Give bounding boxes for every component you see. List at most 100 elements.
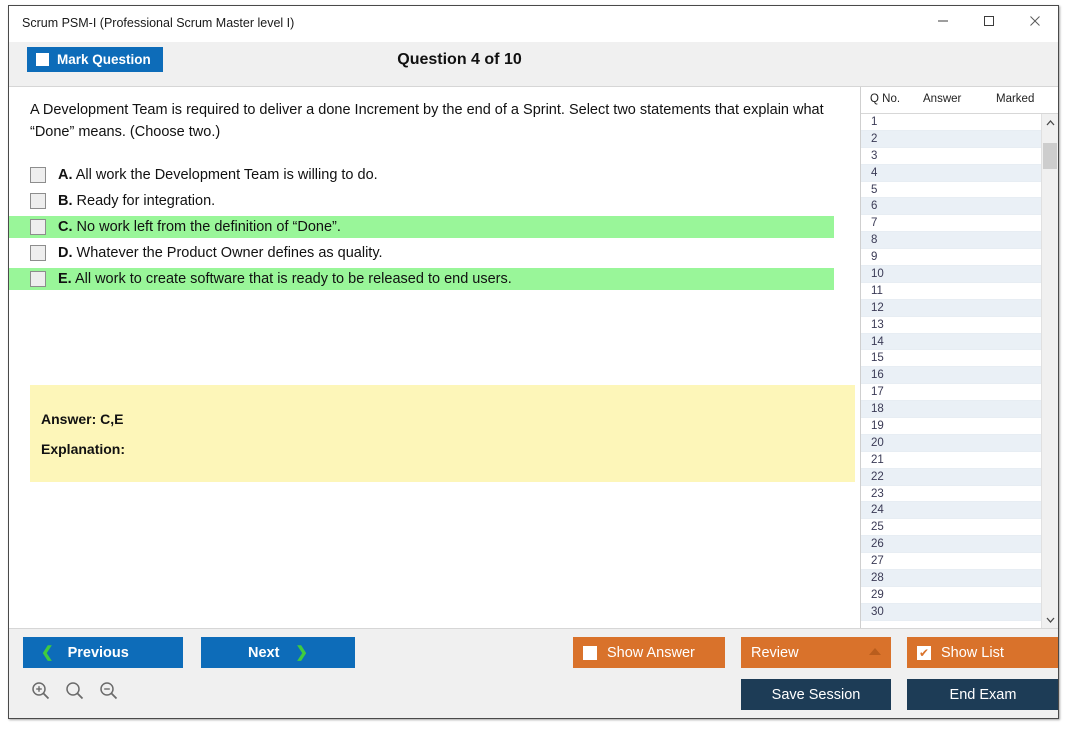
question-number: 5	[871, 183, 878, 196]
option-checkbox-d[interactable]	[30, 244, 46, 261]
previous-button[interactable]: ❮ Previous	[23, 637, 183, 668]
question-list-row[interactable]: 13	[861, 317, 1041, 334]
question-list-row[interactable]: 29	[861, 587, 1041, 604]
close-button[interactable]	[1012, 6, 1058, 36]
question-list-row[interactable]: 7	[861, 215, 1041, 233]
question-list-row[interactable]: 14	[861, 333, 1041, 351]
question-number: 1	[871, 116, 878, 128]
question-number: 9	[871, 251, 878, 264]
question-header-bar: Mark Question Question 4 of 10	[9, 42, 1058, 87]
column-header-marked: Marked	[996, 93, 1035, 105]
question-list-row[interactable]: 16	[861, 367, 1041, 385]
option-row-a[interactable]: A. All work the Development Team is will…	[9, 164, 834, 186]
question-list-scrollbar[interactable]	[1041, 114, 1058, 628]
question-counter: Question 4 of 10	[397, 51, 522, 68]
question-list-row[interactable]: 2	[861, 130, 1041, 148]
question-number: 10	[871, 268, 884, 281]
question-list-row[interactable]: 26	[861, 536, 1041, 554]
option-row-d[interactable]: D. Whatever the Product Owner defines as…	[9, 242, 834, 264]
scrollbar-thumb[interactable]	[1043, 143, 1057, 169]
chevron-right-icon: ❯	[295, 644, 308, 661]
chevron-left-icon: ❮	[41, 644, 54, 661]
question-number: 27	[871, 555, 884, 568]
question-number: 17	[871, 386, 884, 399]
maximize-button[interactable]	[966, 6, 1012, 36]
question-list-row[interactable]: 23	[861, 486, 1041, 503]
option-text-e: E. All work to create software that is r…	[58, 271, 512, 287]
question-list-row[interactable]: 27	[861, 553, 1041, 571]
title-bar: Scrum PSM-I (Professional Scrum Master l…	[9, 6, 1058, 42]
next-button[interactable]: Next ❯	[201, 637, 355, 668]
question-number: 13	[871, 318, 884, 331]
question-number: 11	[871, 284, 883, 297]
question-number: 22	[871, 470, 884, 483]
maximize-icon	[983, 15, 995, 27]
main-body: A Development Team is required to delive…	[9, 87, 1058, 628]
question-list-row[interactable]: 19	[861, 418, 1041, 435]
option-checkbox-b[interactable]	[30, 192, 46, 209]
save-session-button[interactable]: Save Session	[741, 679, 891, 710]
option-body-c: No work left from the definition of “Don…	[76, 218, 341, 235]
question-list-row[interactable]: 6	[861, 198, 1041, 216]
option-row-e[interactable]: E. All work to create software that is r…	[9, 267, 834, 290]
question-list-row[interactable]: 9	[861, 249, 1041, 267]
footer-toolbar: ❮ Previous Next ❯ Show Answer Review ✔ S…	[9, 628, 1058, 718]
question-list-row[interactable]: 4	[861, 164, 1041, 182]
question-list-row[interactable]: 10	[861, 266, 1041, 283]
question-number: 6	[871, 200, 878, 213]
zoom-out-icon[interactable]	[95, 677, 121, 703]
option-checkbox-a[interactable]	[30, 166, 46, 183]
scroll-down-arrow-icon[interactable]	[1042, 611, 1058, 628]
exam-application-window: Scrum PSM-I (Professional Scrum Master l…	[8, 5, 1059, 719]
question-list-row[interactable]: 20	[861, 434, 1041, 452]
explanation-label: Explanation:	[41, 441, 126, 457]
question-list-row[interactable]: 12	[861, 299, 1041, 317]
option-body-e: All work to create software that is read…	[74, 270, 512, 287]
show-list-checkbox-icon: ✔	[917, 645, 931, 660]
show-answer-button[interactable]: Show Answer	[573, 637, 725, 668]
minimize-icon	[937, 15, 949, 27]
end-exam-button[interactable]: End Exam	[907, 679, 1058, 710]
answer-explanation-box: Answer: C,E Explanation:	[30, 385, 855, 482]
question-list-row[interactable]: 17	[861, 384, 1041, 402]
scroll-up-arrow-icon[interactable]	[1042, 114, 1058, 131]
question-list-row[interactable]: 11	[861, 283, 1041, 300]
question-number: 4	[871, 166, 878, 179]
zoom-reset-icon[interactable]	[61, 677, 87, 703]
option-body-a: All work the Development Team is willing…	[75, 166, 378, 183]
option-checkbox-e[interactable]	[30, 270, 46, 287]
option-text-c: C. No work left from the definition of “…	[58, 219, 341, 235]
question-number: 12	[871, 301, 884, 314]
question-number: 15	[871, 352, 884, 365]
question-list-row[interactable]: 3	[861, 148, 1041, 165]
question-list-scroll-area: 1 2 3 4 5 6 7 8 9 10 11 12 13 14 15 16 17 18 19 20 21 22 23 24 2…	[861, 114, 1058, 628]
option-row-b[interactable]: B. Ready for integration.	[9, 190, 834, 212]
option-row-c[interactable]: C. No work left from the definition of “…	[9, 215, 834, 238]
question-list-row[interactable]: 30	[861, 603, 1041, 621]
question-number: 21	[871, 453, 884, 466]
option-letter-b: B.	[58, 192, 73, 209]
answer-options-list: A. All work the Development Team is will…	[9, 164, 860, 290]
show-answer-label: Show Answer	[607, 644, 695, 661]
minimize-button[interactable]	[920, 6, 966, 36]
show-list-button[interactable]: ✔ Show List	[907, 637, 1058, 668]
option-checkbox-c[interactable]	[30, 218, 46, 235]
question-number: 8	[871, 234, 878, 247]
question-list-row[interactable]: 22	[861, 468, 1041, 486]
question-number: 2	[871, 132, 878, 145]
question-list-row[interactable]: 24	[861, 502, 1041, 520]
question-list-row[interactable]: 28	[861, 570, 1041, 587]
option-letter-e: E.	[58, 270, 72, 287]
save-session-label: Save Session	[771, 686, 861, 703]
review-dropdown[interactable]: Review	[741, 637, 891, 668]
question-list-row[interactable]: 1	[861, 114, 1041, 131]
question-list-row[interactable]: 8	[861, 232, 1041, 250]
question-list-row[interactable]: 25	[861, 519, 1041, 537]
question-list-row[interactable]: 15	[861, 350, 1041, 368]
show-list-label: Show List	[941, 644, 1004, 661]
question-list-row[interactable]: 21	[861, 452, 1041, 469]
option-body-d: Whatever the Product Owner defines as qu…	[76, 244, 383, 261]
question-list-row[interactable]: 5	[861, 182, 1041, 199]
question-list-row[interactable]: 18	[861, 401, 1041, 419]
zoom-in-icon[interactable]	[27, 677, 53, 703]
